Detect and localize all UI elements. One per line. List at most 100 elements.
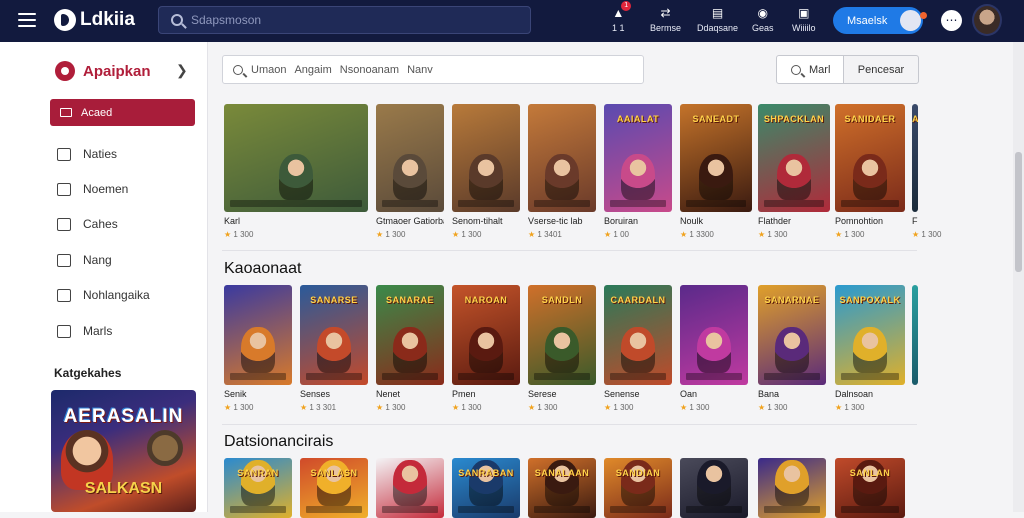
game-thumbnail[interactable]: SANPOXALK [835, 285, 905, 385]
game-card[interactable]: Karl ★ 1 300 [224, 104, 368, 239]
scrollbar-thumb[interactable] [1015, 152, 1022, 272]
game-card[interactable]: SANLASN [300, 458, 368, 518]
game-thumbnail[interactable] [376, 104, 444, 212]
game-thumbnail[interactable] [376, 458, 444, 518]
sidebar-item-shield[interactable]: Nohlangaika [57, 288, 150, 302]
game-title[interactable]: Dalnsoan [835, 389, 905, 399]
more-icon[interactable]: ⋯ [941, 10, 962, 31]
nav-library[interactable]: ▤ Ddaqsane [697, 6, 738, 33]
game-thumbnail[interactable]: SANALAAN [528, 458, 596, 518]
game-thumbnail[interactable]: AAIALAT [604, 104, 672, 212]
game-card[interactable]: SANRAN [224, 458, 292, 518]
filter-chip[interactable]: Umaon [251, 64, 286, 76]
game-thumbnail[interactable] [224, 104, 368, 212]
nav-games[interactable]: ◉ Geas [752, 6, 774, 33]
game-thumbnail[interactable]: SANDIAN [604, 458, 672, 518]
game-title[interactable]: Noulk [680, 216, 752, 226]
game-card[interactable]: SANDIAN [604, 458, 672, 518]
game-thumbnail[interactable] [680, 285, 748, 385]
game-thumbnail[interactable]: SANARAE [376, 285, 444, 385]
content-search[interactable]: Umaon Angaim Nsonoanam Nanv [222, 55, 644, 84]
game-title[interactable]: Gtmaoer Gatiorbans [376, 216, 444, 226]
game-title[interactable]: Fiathae [912, 216, 918, 226]
nav-notifications[interactable]: ▲ 1 1 1 [612, 1, 632, 33]
game-card[interactable]: AAIALAT Boruiran ★ 1 00 [604, 104, 672, 239]
chevron-right-icon[interactable]: ❯ [176, 62, 188, 79]
game-thumbnail[interactable] [680, 458, 748, 518]
game-title[interactable]: Vserse-tic lab [528, 216, 596, 226]
game-thumbnail[interactable]: CAARDALN [604, 285, 672, 385]
game-card[interactable]: Gtmaoer Gatiorbans ★ 1 300 [376, 104, 444, 239]
game-thumbnail[interactable] [452, 104, 520, 212]
game-thumbnail[interactable]: SANLASN [300, 458, 368, 518]
game-title[interactable]: Karl [224, 216, 368, 226]
game-card[interactable]: Vserse-tic lab ★ 1 3401 [528, 104, 596, 239]
game-thumbnail[interactable]: SANEADT [680, 104, 752, 212]
game-thumbnail[interactable]: NAROAN [452, 285, 520, 385]
game-thumbnail[interactable]: SANRABAN [452, 458, 520, 518]
scrollbar[interactable] [1013, 42, 1024, 512]
game-thumbnail[interactable] [224, 285, 292, 385]
filter-chip[interactable]: Nsonoanam [340, 64, 399, 76]
game-card[interactable]: Senom-tihalt ★ 1 300 [452, 104, 520, 239]
game-title[interactable]: Nenet [376, 389, 444, 399]
sidebar-brand[interactable]: Apaipkan [55, 61, 151, 81]
game-thumbnail[interactable]: SANARNAE [758, 285, 826, 385]
game-thumbnail[interactable] [912, 285, 918, 385]
game-thumbnail[interactable] [528, 104, 596, 212]
game-card[interactable]: NAROAN Pmen ★ 1 300 [452, 285, 520, 412]
game-title[interactable]: Pomnohtion [835, 216, 905, 226]
game-card[interactable]: SANLAN [835, 458, 905, 518]
game-title[interactable]: Flathder [758, 216, 830, 226]
game-card[interactable] [376, 458, 444, 518]
filter-button[interactable]: Marl [776, 55, 844, 84]
game-thumbnail[interactable]: SANLAN [835, 458, 905, 518]
game-card[interactable]: Oan ★ 1 300 [680, 285, 748, 412]
menu-icon[interactable] [18, 13, 36, 27]
game-thumbnail[interactable]: AAIAINIE [912, 104, 918, 212]
game-card[interactable] [912, 285, 918, 385]
game-card[interactable]: AAIAINIE Fiathae ★ 1 300 [912, 104, 941, 239]
game-title[interactable]: Boruiran [604, 216, 672, 226]
game-title[interactable]: Senik [224, 389, 292, 399]
game-title[interactable]: Senense [604, 389, 672, 399]
filter-chip[interactable]: Nanv [407, 64, 433, 76]
sidebar-item-bookmarks[interactable]: Nang [57, 253, 112, 267]
game-card[interactable]: SANPOXALK Dalnsoan ★ 1 300 [835, 285, 905, 412]
game-title[interactable]: Oan [680, 389, 748, 399]
user-avatar[interactable] [972, 4, 1002, 36]
game-thumbnail[interactable]: SANRAN [224, 458, 292, 518]
game-title[interactable]: Senom-tihalt [452, 216, 520, 226]
game-card[interactable]: SANALAAN [528, 458, 596, 518]
game-title[interactable]: Serese [528, 389, 596, 399]
game-thumbnail[interactable]: SHPACKLAN [758, 104, 830, 212]
nav-store[interactable]: ▣ Wiiiilo [792, 6, 816, 33]
nav-browse[interactable]: ⇄ Bermse [650, 6, 681, 33]
sidebar-item-home[interactable]: Naties [57, 147, 117, 161]
featured-game-card[interactable]: AERASALIN SALKASN [51, 390, 196, 512]
app-logo[interactable]: Ldkiia [54, 9, 135, 31]
game-card[interactable]: Senik ★ 1 300 [224, 285, 292, 412]
game-card[interactable]: SANEADT Noulk ★ 1 3300 [680, 104, 752, 239]
game-card[interactable] [680, 458, 748, 518]
game-title[interactable]: Bana [758, 389, 826, 399]
game-title[interactable]: Pmen [452, 389, 520, 399]
global-search[interactable] [158, 6, 531, 34]
sort-button[interactable]: Pencesar [843, 55, 919, 84]
game-card[interactable] [758, 458, 826, 518]
game-thumbnail[interactable]: SANIDAER [835, 104, 905, 212]
search-input[interactable] [191, 13, 491, 27]
filter-chip[interactable]: Angaim [294, 64, 331, 76]
game-card[interactable]: SANARAE Nenet ★ 1 300 [376, 285, 444, 412]
sidebar-item-favorites[interactable]: Marls [57, 324, 112, 338]
game-card[interactable]: SHPACKLAN Flathder ★ 1 300 [758, 104, 830, 239]
signin-button[interactable]: Msaelsk [833, 7, 927, 34]
sidebar-item-tags[interactable]: Cahes [57, 217, 118, 231]
game-thumbnail[interactable]: SANDLN [528, 285, 596, 385]
game-card[interactable]: SANDLN Serese ★ 1 300 [528, 285, 596, 412]
game-thumbnail[interactable] [758, 458, 826, 518]
sidebar-item-active[interactable]: Acaed [50, 99, 195, 126]
game-card[interactable]: SANRABAN [452, 458, 520, 518]
game-thumbnail[interactable]: SANARSE [300, 285, 368, 385]
game-card[interactable]: CAARDALN Senense ★ 1 300 [604, 285, 672, 412]
